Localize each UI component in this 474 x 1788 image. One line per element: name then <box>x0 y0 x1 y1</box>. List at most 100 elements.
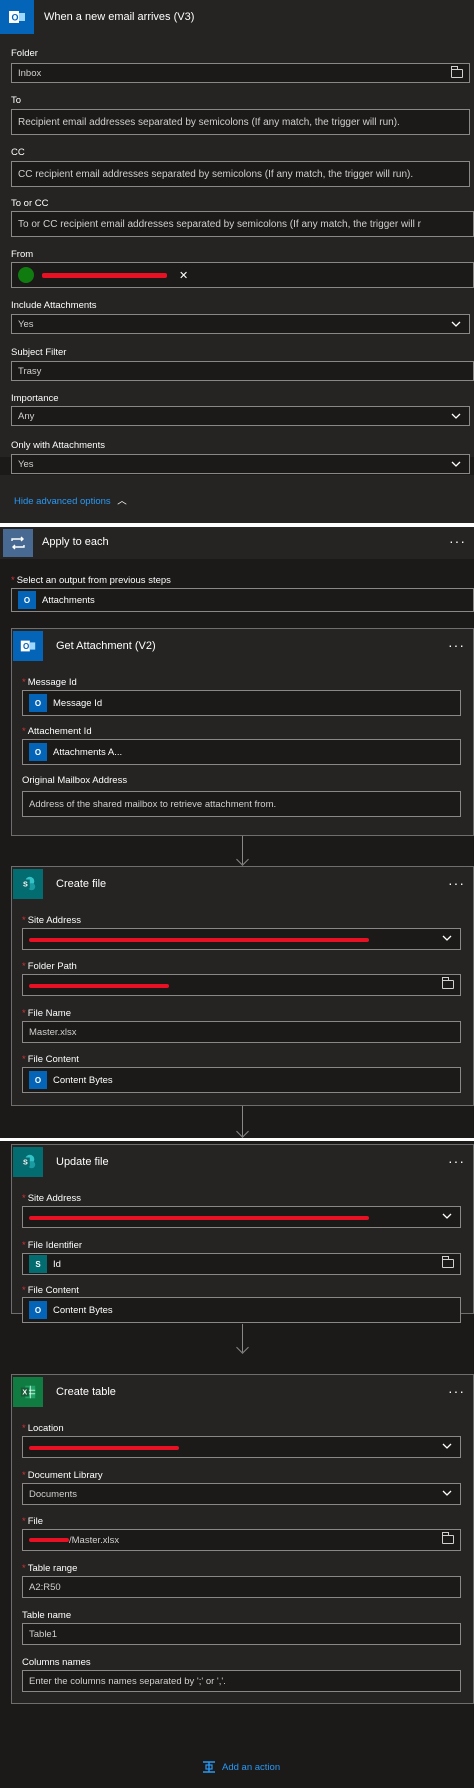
columns-names-field[interactable]: Enter the columns names separated by ';'… <box>22 1670 461 1692</box>
site-address-label: * Site Address <box>22 915 82 926</box>
select-output-field[interactable]: O Attachments <box>11 588 474 612</box>
content-bytes-token[interactable]: O Content Bytes <box>29 1071 121 1089</box>
attachment-id-field[interactable]: O Attachments A... <box>22 739 461 765</box>
document-library-value: Documents <box>29 1488 78 1500</box>
subject-filter-field[interactable]: Trasy <box>11 361 474 381</box>
location-label-text: Location <box>27 1423 64 1434</box>
folder-picker-icon[interactable] <box>442 1532 454 1544</box>
apply-to-each-more-button[interactable]: ··· <box>449 533 466 549</box>
file-path-redacted <box>29 1538 69 1542</box>
include-attachments-select[interactable]: Yes <box>11 314 470 334</box>
update-file-content-label: * File Content <box>22 1285 79 1296</box>
columns-names-placeholder: Enter the columns names separated by ';'… <box>29 1675 226 1687</box>
section-divider <box>0 1138 474 1141</box>
importance-select[interactable]: Any <box>11 406 470 426</box>
update-site-address-label: * Site Address <box>22 1193 82 1204</box>
only-with-attachments-value: Yes <box>18 458 34 470</box>
to-or-cc-field[interactable]: To or CC recipient email addresses separ… <box>11 211 474 237</box>
file-value: /Master.xlsx <box>69 1534 120 1546</box>
from-field[interactable]: ✕ <box>11 262 474 288</box>
attachments-a-token[interactable]: O Attachments A... <box>29 743 131 761</box>
folder-picker-icon[interactable] <box>442 1256 454 1268</box>
document-library-select[interactable]: Documents <box>22 1483 461 1505</box>
update-file-header[interactable]: S Update file ··· <box>12 1145 473 1189</box>
update-file-more-button[interactable]: ··· <box>448 1153 465 1169</box>
table-name-field[interactable]: Table1 <box>22 1623 461 1645</box>
get-attachment-header[interactable]: O Get Attachment (V2) ··· <box>12 629 473 673</box>
to-or-cc-label: To or CC <box>11 198 49 209</box>
folder-field[interactable]: Inbox <box>11 63 470 83</box>
create-table-more-button[interactable]: ··· <box>448 1383 465 1399</box>
table-range-label-text: Table range <box>27 1563 78 1574</box>
original-mailbox-label: Original Mailbox Address <box>22 775 128 786</box>
to-placeholder: Recipient email addresses separated by s… <box>18 116 400 128</box>
update-file-title: Update file <box>56 1156 109 1168</box>
attachment-id-label-text: Attachement Id <box>27 726 92 737</box>
add-action-label: Add an action <box>222 1761 281 1773</box>
id-token[interactable]: S Id <box>29 1255 69 1273</box>
update-file-content-field[interactable]: O Content Bytes <box>22 1297 461 1323</box>
remove-from-icon[interactable]: ✕ <box>179 269 188 282</box>
create-file-title: Create file <box>56 878 107 890</box>
update-file-content-label-text: File Content <box>27 1285 79 1296</box>
update-site-address-select[interactable] <box>22 1206 461 1228</box>
site-address-redacted <box>29 938 369 942</box>
only-with-attachments-select[interactable]: Yes <box>11 454 470 474</box>
original-mailbox-field[interactable]: Address of the shared mailbox to retriev… <box>22 791 461 817</box>
message-id-label: * Message Id <box>22 677 77 688</box>
apply-to-each-header[interactable]: Apply to each ··· <box>0 527 474 559</box>
svg-text:O: O <box>23 642 29 651</box>
table-range-label: * Table range <box>22 1563 78 1574</box>
id-token-label: Id <box>53 1258 61 1270</box>
message-id-token[interactable]: O Message Id <box>29 694 111 712</box>
hide-advanced-options-link[interactable]: Hide advanced options ︿ <box>14 493 127 507</box>
location-redacted <box>29 1446 179 1450</box>
file-label-text: File <box>27 1516 44 1527</box>
message-id-token-label: Message Id <box>53 697 103 709</box>
file-label: * File <box>22 1516 44 1527</box>
file-identifier-field[interactable]: S Id <box>22 1253 461 1275</box>
content-bytes-token-label: Content Bytes <box>53 1074 113 1086</box>
to-field[interactable]: Recipient email addresses separated by s… <box>11 109 470 135</box>
create-file-header[interactable]: S Create file ··· <box>12 867 473 911</box>
folder-picker-icon[interactable] <box>442 977 454 989</box>
add-action-button[interactable]: Add an action <box>202 1760 280 1774</box>
folder-label: Folder <box>11 48 38 59</box>
table-range-value: A2:R50 <box>29 1581 61 1593</box>
file-identifier-label-text: File Identifier <box>27 1240 83 1251</box>
svg-text:X: X <box>22 1388 27 1397</box>
file-content-field[interactable]: O Content Bytes <box>22 1067 461 1093</box>
importance-label: Importance <box>11 393 59 404</box>
table-range-field[interactable]: A2:R50 <box>22 1576 461 1598</box>
folder-picker-icon[interactable] <box>451 66 463 78</box>
folder-path-field[interactable] <box>22 974 461 996</box>
chevron-down-icon <box>442 1443 452 1449</box>
only-with-attachments-label: Only with Attachments <box>11 440 105 451</box>
file-name-field[interactable]: Master.xlsx <box>22 1021 461 1043</box>
message-id-field[interactable]: O Message Id <box>22 690 461 716</box>
create-table-card: X Create table ··· * Location * Document L… <box>11 1374 474 1704</box>
table-name-label: Table name <box>22 1610 72 1621</box>
svg-text:S: S <box>23 1158 28 1167</box>
select-output-label: * Select an output from previous steps <box>11 575 171 586</box>
trigger-header[interactable]: O When a new email arrives (V3) <box>0 0 474 36</box>
file-field[interactable]: /Master.xlsx <box>22 1529 461 1551</box>
file-content-label-text: File Content <box>27 1054 79 1065</box>
site-address-select[interactable] <box>22 928 461 950</box>
attachments-token[interactable]: O Attachments <box>18 591 103 609</box>
include-attachments-value: Yes <box>18 318 34 330</box>
folder-value: Inbox <box>18 67 42 79</box>
content-bytes-token[interactable]: O Content Bytes <box>29 1301 121 1319</box>
folder-path-redacted <box>29 984 169 988</box>
update-content-bytes-token-label: Content Bytes <box>53 1304 113 1316</box>
from-email-redacted <box>42 272 167 278</box>
outlook-icon: O <box>18 591 36 609</box>
attachments-a-token-label: Attachments A... <box>53 746 123 758</box>
cc-field[interactable]: CC recipient email addresses separated b… <box>11 161 470 187</box>
location-select[interactable] <box>22 1436 461 1458</box>
folder-path-label: * Folder Path <box>22 961 77 972</box>
get-attachment-more-button[interactable]: ··· <box>448 637 465 653</box>
create-file-more-button[interactable]: ··· <box>448 875 465 891</box>
create-table-header[interactable]: X Create table ··· <box>12 1375 473 1419</box>
outlook-icon: O <box>29 694 47 712</box>
